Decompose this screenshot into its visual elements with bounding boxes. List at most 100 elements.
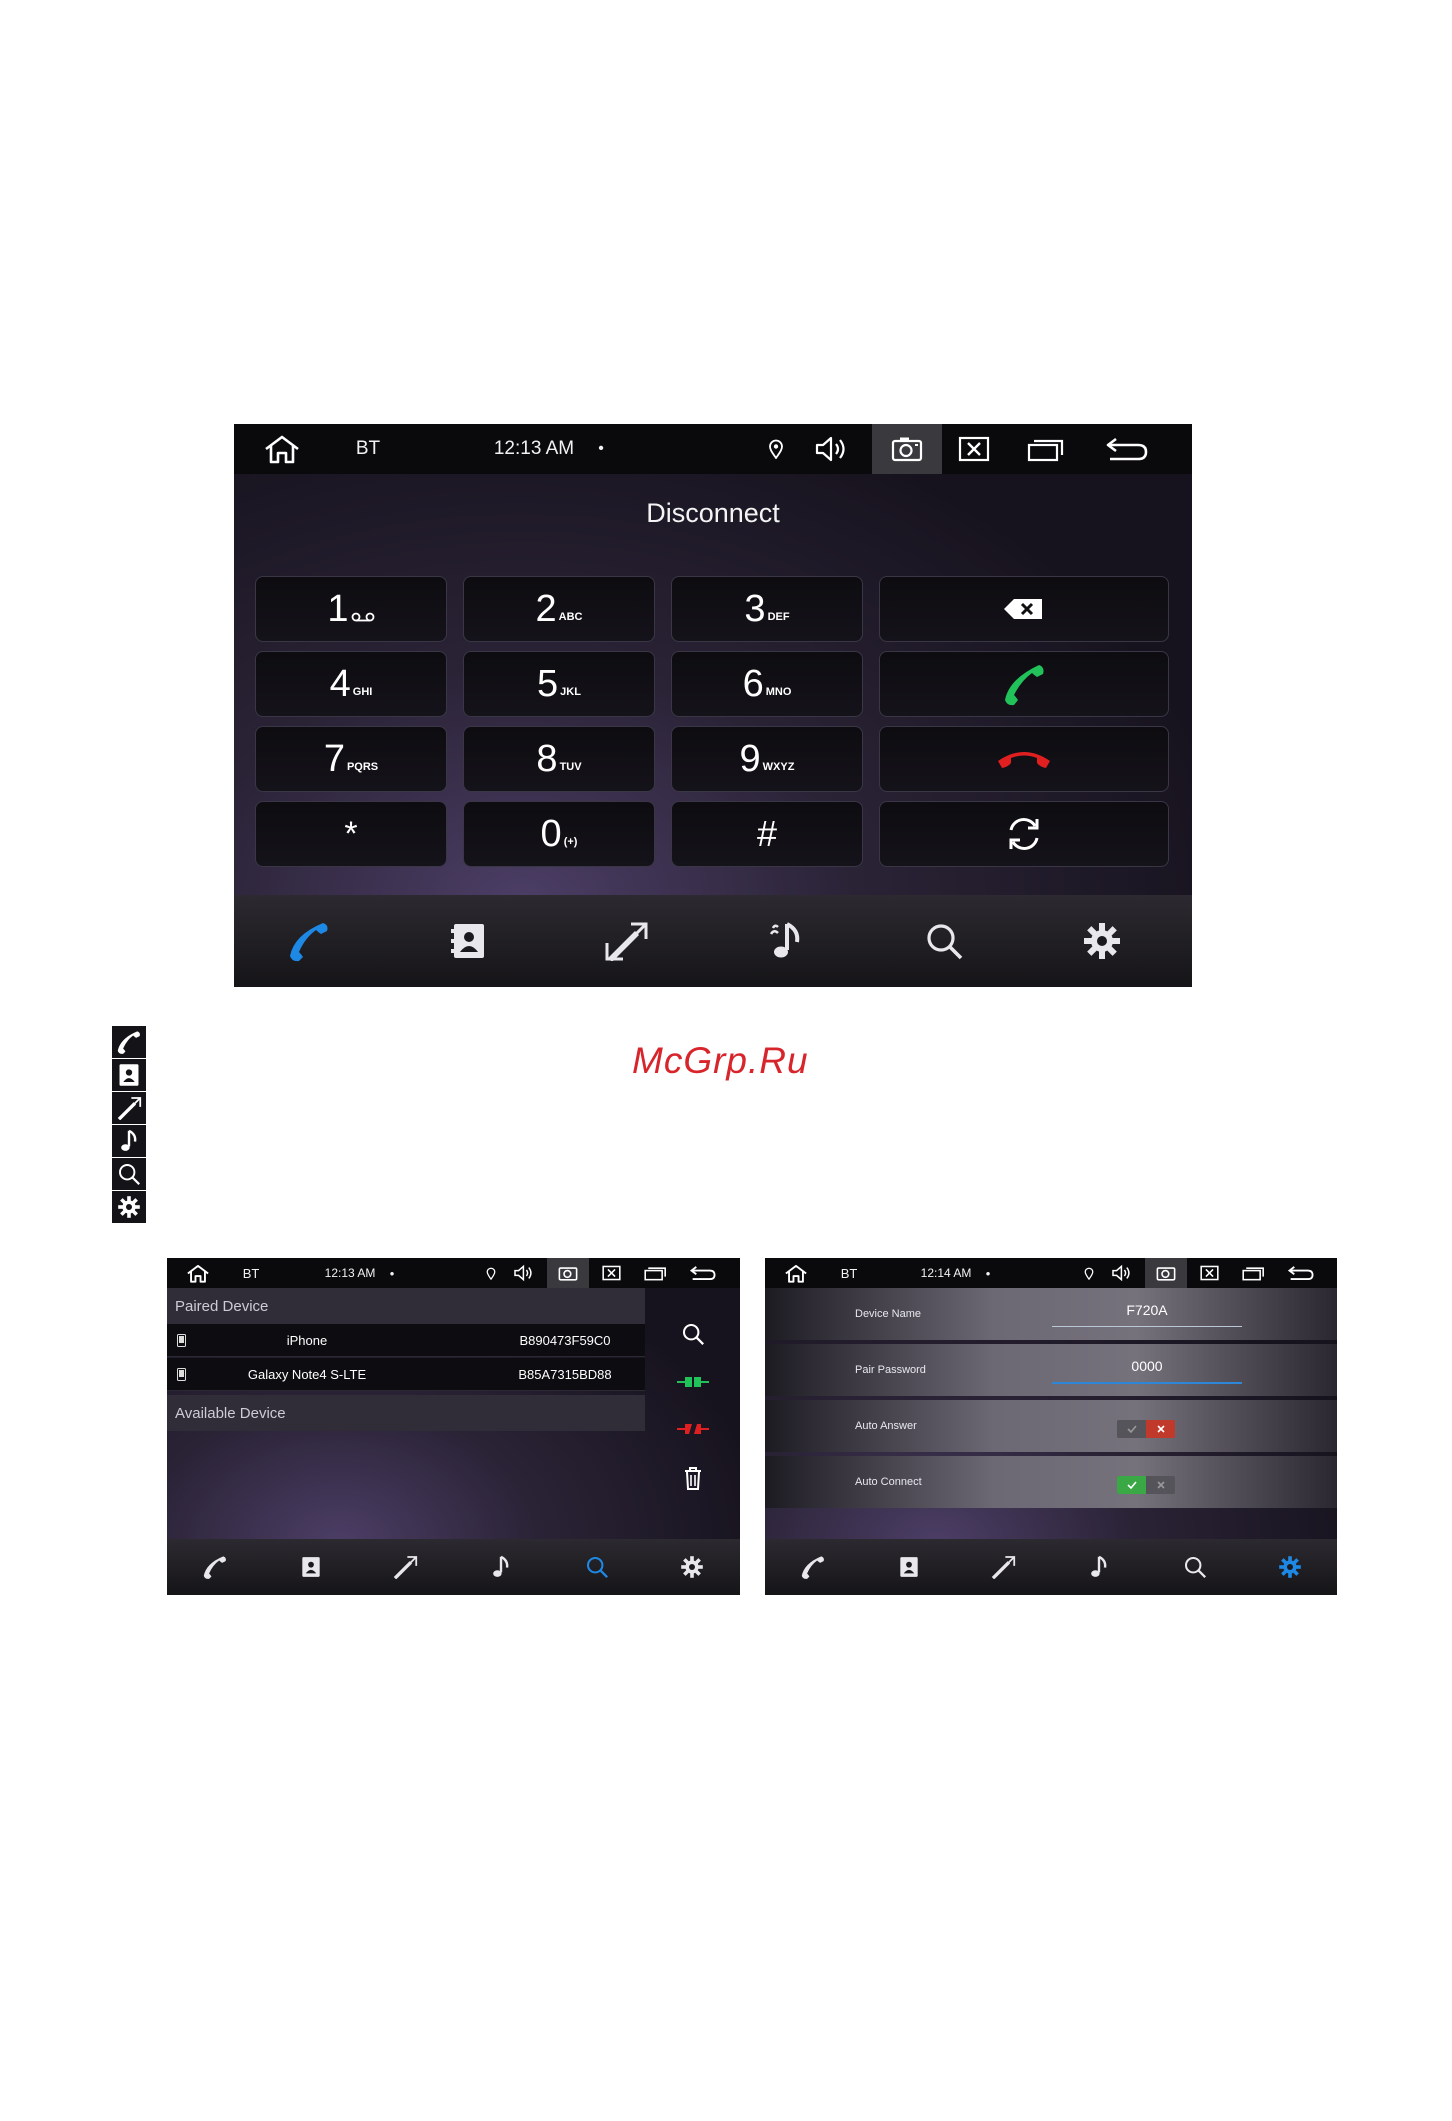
auto-answer-toggle[interactable] [1117, 1420, 1175, 1438]
back-icon[interactable] [1102, 424, 1152, 474]
switch-audio-button[interactable] [879, 801, 1169, 867]
key-0[interactable]: 0 (+) [463, 801, 655, 867]
sync-icon [1009, 818, 1039, 850]
music-icon[interactable] [1079, 1539, 1119, 1595]
key-letters: JKL [560, 686, 581, 698]
key-digit: 9 [739, 738, 761, 780]
contacts-icon [112, 1059, 146, 1091]
device-address: B890473F59C0 [519, 1333, 611, 1348]
paired-device-row[interactable]: Galaxy Note4 S-LTE B85A7315BD88 [167, 1358, 645, 1391]
device-name-underline [1052, 1326, 1242, 1327]
key-7[interactable]: 7 PQRS [255, 726, 447, 792]
status-dot: • [985, 1265, 991, 1281]
device-name-row[interactable]: Device Name F720A [765, 1288, 1337, 1340]
device-name-value[interactable]: F720A [1052, 1302, 1242, 1318]
key-1[interactable]: 1 [255, 576, 447, 642]
key-digit: * [344, 815, 358, 853]
screenshot-icon[interactable] [547, 1258, 589, 1288]
status-dot: • [598, 440, 604, 457]
close-app-icon[interactable] [1197, 1258, 1221, 1288]
home-icon[interactable] [783, 1258, 809, 1288]
key-digit: 6 [742, 663, 764, 705]
hangup-icon [998, 752, 1050, 768]
contacts-icon[interactable] [291, 1539, 331, 1595]
paired-device-header: Paired Device [167, 1288, 645, 1324]
phone-icon [112, 1026, 146, 1058]
key-6[interactable]: 6 MNO [671, 651, 863, 717]
phone-icon[interactable] [195, 1539, 235, 1595]
search-icon[interactable] [909, 895, 979, 987]
key-2[interactable]: 2 ABC [463, 576, 655, 642]
call-log-icon[interactable] [983, 1539, 1023, 1595]
close-app-icon[interactable] [599, 1258, 623, 1288]
key-9[interactable]: 9 WXYZ [671, 726, 863, 792]
call-log-icon[interactable] [385, 1539, 425, 1595]
trash-icon[interactable] [645, 1466, 740, 1490]
search-icon[interactable] [577, 1539, 617, 1595]
call-log-icon [112, 1092, 146, 1124]
settings-icon[interactable] [1067, 895, 1137, 987]
key-8[interactable]: 8 TUV [463, 726, 655, 792]
key-digit: 7 [323, 738, 345, 780]
disconnect-icon[interactable] [645, 1423, 740, 1435]
recent-apps-icon[interactable] [1024, 424, 1068, 474]
back-icon[interactable] [1285, 1258, 1317, 1288]
pair-password-row[interactable]: Pair Password 0000 [765, 1344, 1337, 1396]
auto-answer-row[interactable]: Auto Answer [765, 1400, 1337, 1452]
auto-connect-toggle[interactable] [1117, 1476, 1175, 1494]
contacts-icon[interactable] [889, 1539, 929, 1595]
call-button[interactable] [879, 651, 1169, 717]
back-icon[interactable] [687, 1258, 719, 1288]
backspace-button[interactable] [879, 576, 1169, 642]
key-letters: PQRS [346, 761, 379, 773]
hangup-button[interactable] [879, 726, 1169, 792]
contacts-icon[interactable] [434, 895, 504, 987]
key-5[interactable]: 5 JKL [463, 651, 655, 717]
pair-password-value[interactable]: 0000 [1052, 1358, 1242, 1374]
key-digit: 3 [744, 588, 766, 630]
phone-icon[interactable] [274, 895, 344, 987]
location-icon [1081, 1258, 1097, 1288]
key-hash[interactable]: # [671, 801, 863, 867]
home-icon[interactable] [262, 424, 302, 474]
status-bar: BT 12:13 AM • [167, 1258, 740, 1288]
clock: 12:13 AM [493, 438, 575, 459]
key-letters: TUV [559, 761, 582, 773]
music-icon[interactable] [752, 895, 822, 987]
watermark: McGrp.Ru [632, 1040, 809, 1081]
recent-apps-icon[interactable] [641, 1258, 669, 1288]
key-3[interactable]: 3 DEF [671, 576, 863, 642]
auto-connect-row[interactable]: Auto Connect [765, 1456, 1337, 1508]
music-icon[interactable] [481, 1539, 521, 1595]
phone-icon[interactable] [793, 1539, 833, 1595]
key-star[interactable]: * [255, 801, 447, 867]
search-icon[interactable] [645, 1322, 740, 1346]
volume-icon[interactable] [1109, 1258, 1135, 1288]
settings-icon[interactable] [672, 1539, 712, 1595]
close-app-icon[interactable] [954, 424, 994, 474]
screenshot-icon[interactable] [1145, 1258, 1187, 1288]
screenshot-icon[interactable] [872, 424, 942, 474]
pair-password-underline [1052, 1382, 1242, 1384]
app-title: BT [242, 1265, 260, 1281]
device-address: B85A7315BD88 [518, 1367, 612, 1382]
settings-icon [112, 1191, 146, 1223]
search-icon [112, 1158, 146, 1190]
paired-device-row[interactable]: iPhone B890473F59C0 [167, 1324, 645, 1357]
key-4[interactable]: 4 GHI [255, 651, 447, 717]
search-icon[interactable] [1175, 1539, 1215, 1595]
status-dot: • [389, 1265, 395, 1281]
pair-password-label: Pair Password [855, 1364, 926, 1376]
key-digit: 2 [535, 588, 557, 630]
call-log-icon[interactable] [592, 895, 662, 987]
volume-icon[interactable] [511, 1258, 537, 1288]
device-name: Galaxy Note4 S-LTE [247, 1367, 367, 1382]
key-letters: DEF [767, 611, 790, 623]
recent-apps-icon[interactable] [1239, 1258, 1267, 1288]
icon-legend [112, 1026, 146, 1224]
connect-icon[interactable] [645, 1376, 740, 1388]
settings-icon[interactable] [1270, 1539, 1310, 1595]
home-icon[interactable] [185, 1258, 211, 1288]
manual-page: BT 12:13 AM • Disconnect 1 2 ABC 3 DEF 4… [0, 0, 1452, 2121]
volume-icon[interactable] [812, 424, 852, 474]
